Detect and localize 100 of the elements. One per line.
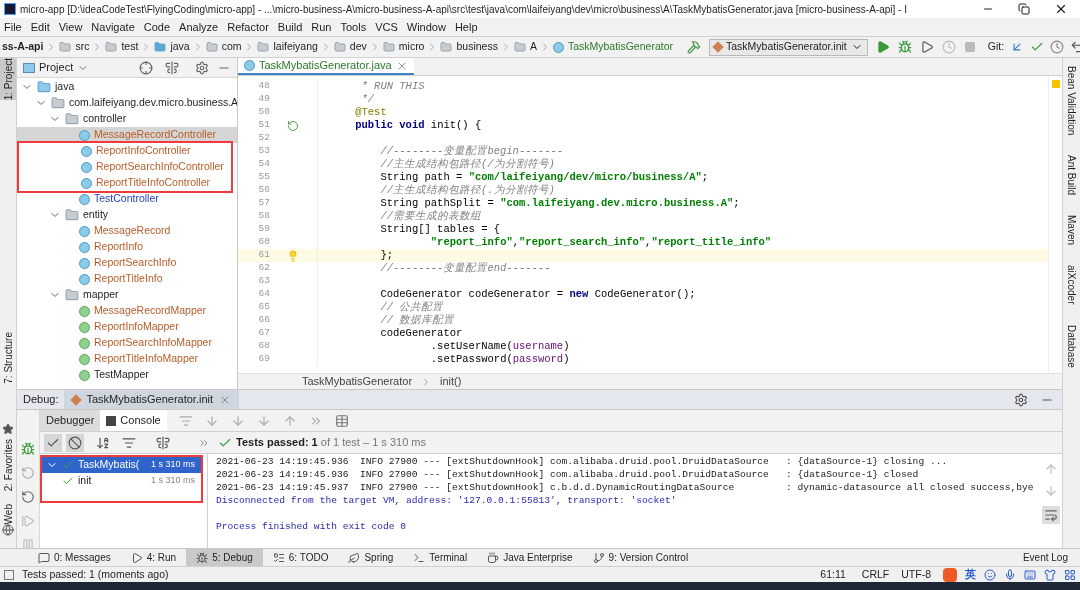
breadcrumb-item[interactable]: A xyxy=(511,39,539,55)
microphone-icon[interactable] xyxy=(1004,568,1016,581)
tree-item[interactable]: TestMapper xyxy=(17,367,237,383)
step-out-icon[interactable] xyxy=(282,413,297,428)
collapse-all-icon[interactable] xyxy=(165,60,179,75)
restore-icon[interactable] xyxy=(1018,3,1030,15)
breadcrumb-item[interactable]: com xyxy=(203,39,244,55)
result-row[interactable]: init 1 s 310 ms xyxy=(42,473,201,489)
soft-wrap-toggle[interactable] xyxy=(1042,506,1060,524)
breadcrumb-item[interactable]: TaskMybatisGenerator xyxy=(550,39,675,55)
up-icon[interactable] xyxy=(1044,462,1058,476)
menu-item[interactable]: Build xyxy=(277,18,303,36)
show-ignored-toggle[interactable] xyxy=(66,433,84,452)
breadcrumb-item[interactable]: src xyxy=(57,39,92,55)
menu-item[interactable]: Analyze xyxy=(179,18,219,36)
expand-all-icon[interactable] xyxy=(156,435,170,450)
warning-marker-icon[interactable] xyxy=(1051,80,1060,88)
tree-item[interactable]: controller xyxy=(17,111,237,127)
breadcrumb-item[interactable]: laifeiyang xyxy=(255,39,320,55)
side-tab[interactable]: 1: Project xyxy=(0,58,16,101)
breadcrumb-item[interactable]: business xyxy=(438,39,500,55)
debug-icon[interactable] xyxy=(21,442,35,456)
breadcrumb-item[interactable]: java xyxy=(152,39,192,55)
run-icon[interactable] xyxy=(875,40,890,54)
sort-duration-icon[interactable] xyxy=(122,435,136,450)
evaluate-icon[interactable] xyxy=(334,413,349,428)
smile-icon[interactable] xyxy=(984,568,996,581)
debug-tab[interactable]: Debugger xyxy=(40,410,101,431)
menu-item[interactable]: Window xyxy=(406,18,446,36)
tool-window-button[interactable]: 0: Messages xyxy=(28,549,121,566)
line-separator[interactable]: CRLF xyxy=(861,566,890,583)
tool-window-button[interactable]: 6: TODO xyxy=(262,549,339,566)
menu-item[interactable]: Navigate xyxy=(91,18,135,36)
debug-icon[interactable] xyxy=(897,40,912,54)
tool-window-button[interactable]: Spring xyxy=(338,549,404,566)
menu-item[interactable]: Run xyxy=(311,18,332,36)
restart-icon[interactable] xyxy=(21,490,35,504)
locate-icon[interactable] xyxy=(139,60,153,75)
tree-item[interactable]: ReportInfoController xyxy=(19,143,231,159)
menu-item[interactable]: Refactor xyxy=(227,18,269,36)
side-tab[interactable]: Web xyxy=(0,503,16,524)
tool-window-button[interactable]: Terminal xyxy=(403,549,478,566)
event-log-button[interactable]: Event Log xyxy=(1022,550,1080,565)
hammer-icon[interactable] xyxy=(687,40,701,54)
ime-logo-icon[interactable] xyxy=(943,567,957,582)
menu-item[interactable]: Code xyxy=(143,18,171,36)
coverage-icon[interactable] xyxy=(919,40,934,54)
tool-window-button[interactable]: 4: Run xyxy=(120,549,187,566)
tree-item[interactable]: mapper xyxy=(17,287,237,303)
breadcrumb-item[interactable]: init() xyxy=(440,373,462,390)
breadcrumb-item[interactable]: micro xyxy=(380,39,427,55)
sort-icon[interactable] xyxy=(96,435,110,450)
menu-item[interactable]: File xyxy=(4,18,22,36)
tree-item[interactable]: java xyxy=(17,79,237,95)
tree-item[interactable]: ReportInfo xyxy=(17,239,237,255)
tree-item[interactable]: ReportTitleInfo xyxy=(17,271,237,287)
debug-tab[interactable]: Console xyxy=(100,410,167,431)
menu-item[interactable]: VCS xyxy=(375,18,398,36)
breadcrumb-item[interactable]: ss-A-api xyxy=(0,39,46,55)
menu-item[interactable]: Tools xyxy=(340,18,367,36)
panel-toggle-icon[interactable] xyxy=(4,569,14,580)
tree-item[interactable]: TestController xyxy=(17,191,237,207)
tree-item[interactable]: ReportSearchInfoMapper xyxy=(17,335,237,351)
revert-icon[interactable] xyxy=(1070,40,1080,54)
tree-item[interactable]: ReportSearchInfo xyxy=(17,255,237,271)
settings-icon[interactable] xyxy=(195,60,209,75)
breadcrumb-item[interactable]: TaskMybatisGenerator xyxy=(302,373,413,390)
side-tab[interactable]: 2: Favorites xyxy=(0,439,16,492)
tree-item[interactable]: MessageRecordMapper xyxy=(17,303,237,319)
commit-icon[interactable] xyxy=(1030,40,1045,54)
menu-item[interactable]: Help xyxy=(454,18,478,36)
tree-item[interactable]: ReportSearchInfoController xyxy=(19,159,231,175)
caret-position[interactable]: 61:11 xyxy=(820,566,846,583)
breadcrumb-item[interactable]: test xyxy=(103,39,141,55)
tree-item[interactable]: ReportInfoMapper xyxy=(17,319,237,335)
frames-icon[interactable] xyxy=(178,413,193,428)
profile-icon[interactable] xyxy=(941,40,956,54)
tree-item[interactable]: MessageRecord xyxy=(17,223,237,239)
side-tab[interactable]: aiXcoder xyxy=(1060,265,1080,305)
grid-icon[interactable] xyxy=(1064,568,1076,581)
shirt-icon[interactable] xyxy=(1044,568,1056,581)
step-over-icon[interactable] xyxy=(204,413,219,428)
step-into-icon[interactable] xyxy=(230,413,245,428)
history-icon[interactable] xyxy=(1050,40,1065,54)
stop-icon[interactable] xyxy=(963,41,976,53)
tool-window-button[interactable]: 5: Debug xyxy=(186,549,263,566)
down-icon[interactable] xyxy=(1044,484,1058,498)
resume-icon[interactable] xyxy=(21,514,35,528)
run-config-dropdown[interactable]: TaskMybatisGenerator.init xyxy=(709,38,868,56)
show-passed-toggle[interactable] xyxy=(44,433,62,452)
editor-tab[interactable]: TaskMybatisGenerator.java xyxy=(238,58,414,75)
encoding[interactable]: UTF-8 xyxy=(901,566,931,583)
menu-item[interactable]: View xyxy=(58,18,83,36)
breadcrumb-item[interactable]: dev xyxy=(331,39,369,55)
tool-window-button[interactable]: 9: Version Control xyxy=(582,549,699,566)
result-row[interactable]: TaskMybatis( 1 s 310 ms xyxy=(42,457,201,473)
menu-item[interactable]: Edit xyxy=(30,18,50,36)
run-test-icon[interactable] xyxy=(287,119,299,132)
lightbulb-icon[interactable] xyxy=(287,249,299,262)
session-tab[interactable]: TaskMybatisGenerator.init xyxy=(64,390,240,409)
